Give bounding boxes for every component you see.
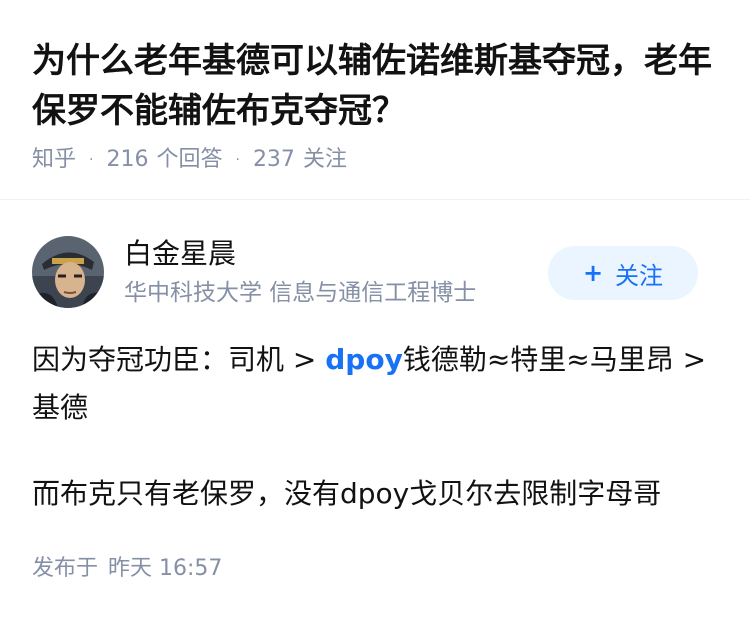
follow-label: 关注	[615, 261, 664, 290]
separator-dot: ·	[235, 152, 240, 168]
zhihu-answer-page: 为什么老年基德可以辅佐诺维斯基夺冠，老年保罗不能辅佐布克夺冠？ 知乎 · 216…	[0, 0, 750, 622]
avatar-image	[32, 236, 104, 308]
question-title[interactable]: 为什么老年基德可以辅佐诺维斯基夺冠，老年保罗不能辅佐布克夺冠？	[32, 36, 722, 136]
dpoy-link[interactable]: dpoy	[325, 343, 403, 376]
answer-paragraph: 因为夺冠功臣：司机 > dpoy钱德勒≈特里≈马里昂 > 基德	[32, 336, 722, 432]
plus-icon: +	[582, 259, 604, 287]
published-label: 发布于	[32, 556, 99, 581]
question-meta: 知乎 · 216 个回答 · 237 关注	[32, 144, 347, 176]
author-bio: 华中科技大学 信息与通信工程博士	[124, 280, 477, 306]
answer-content: 因为夺冠功臣：司机 > dpoy钱德勒≈特里≈马里昂 > 基德 而布克只有老保罗…	[32, 336, 722, 518]
section-divider	[0, 199, 750, 200]
author-name[interactable]: 白金星晨	[124, 234, 236, 274]
answer-count-label[interactable]: 个回答	[156, 144, 222, 176]
published-time: 昨天 16:57	[108, 556, 223, 581]
answer-count: 216	[106, 147, 149, 172]
avatar[interactable]	[32, 236, 104, 308]
publish-info: 发布于 昨天 16:57	[32, 552, 222, 586]
source-label[interactable]: 知乎	[32, 144, 76, 176]
follower-count-label[interactable]: 关注	[303, 144, 347, 176]
answer-text: 因为夺冠功臣：司机 >	[32, 343, 326, 376]
follower-count: 237	[252, 147, 295, 172]
answer-paragraph: 而布克只有老保罗，没有dpoy戈贝尔去限制字母哥	[32, 477, 662, 510]
follow-button[interactable]: + 关注	[548, 246, 698, 300]
separator-dot: ·	[89, 152, 94, 168]
